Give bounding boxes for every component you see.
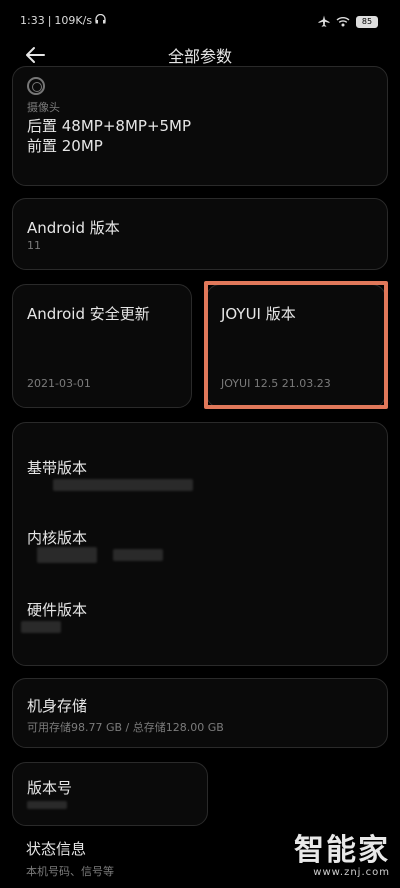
status-divider: | — [47, 14, 52, 27]
build-number-card[interactable]: 版本号 — [12, 762, 208, 826]
status-time: 1:33 — [20, 14, 45, 27]
wifi-icon — [336, 12, 350, 31]
hardware-version-redacted — [21, 621, 61, 633]
kernel-version-redacted-2 — [113, 549, 163, 561]
android-version-card[interactable]: Android 版本 11 — [12, 198, 388, 270]
airplane-icon — [318, 12, 330, 31]
versions-card: 基带版本 内核版本 硬件版本 — [12, 422, 388, 666]
baseband-version-label: 基带版本 — [27, 459, 88, 477]
storage-value: 可用存储98.77 GB / 总存储128.00 GB — [27, 721, 224, 734]
build-number-redacted — [27, 801, 67, 809]
watermark: 智能家 www.znj.com — [294, 833, 390, 879]
battery-icon: 85 — [356, 15, 378, 28]
status-left: 1:33 | 109K/s — [20, 13, 106, 27]
kernel-version-label: 内核版本 — [27, 529, 88, 547]
headphone-icon — [95, 13, 106, 27]
page-title: 全部参数 — [167, 47, 232, 66]
kernel-version-redacted — [37, 547, 97, 563]
hardware-version-label: 硬件版本 — [27, 601, 88, 619]
android-version-label: Android 版本 — [27, 219, 120, 237]
security-update-card[interactable]: Android 安全更新 2021-03-01 — [12, 284, 192, 408]
status-speed: 109K/s — [54, 14, 93, 27]
watermark-brand: 智能家 — [294, 833, 390, 868]
status-bar: 1:33 | 109K/s 85 — [0, 0, 400, 40]
status-right: 85 — [318, 12, 378, 31]
security-update-value: 2021-03-01 — [27, 377, 91, 390]
camera-card[interactable]: 摄像头 后置 48MP+8MP+5MP 前置 20MP — [12, 66, 388, 186]
camera-front: 前置 20MP — [27, 137, 103, 155]
watermark-url: www.znj.com — [313, 867, 390, 878]
camera-rear: 后置 48MP+8MP+5MP — [27, 117, 192, 135]
security-update-label: Android 安全更新 — [27, 305, 150, 323]
build-number-label: 版本号 — [27, 779, 73, 797]
camera-icon — [27, 77, 45, 95]
status-info-row[interactable]: 状态信息 本机号码、信号等 — [26, 838, 114, 879]
storage-label: 机身存储 — [27, 697, 88, 715]
storage-card[interactable]: 机身存储 可用存储98.77 GB / 总存储128.00 GB — [12, 678, 388, 748]
highlight-frame — [204, 281, 388, 409]
status-info-value: 本机号码、信号等 — [26, 865, 114, 878]
camera-label: 摄像头 — [27, 101, 60, 114]
android-version-value: 11 — [27, 239, 41, 252]
baseband-version-redacted — [53, 479, 193, 491]
status-info-label: 状态信息 — [26, 840, 87, 858]
